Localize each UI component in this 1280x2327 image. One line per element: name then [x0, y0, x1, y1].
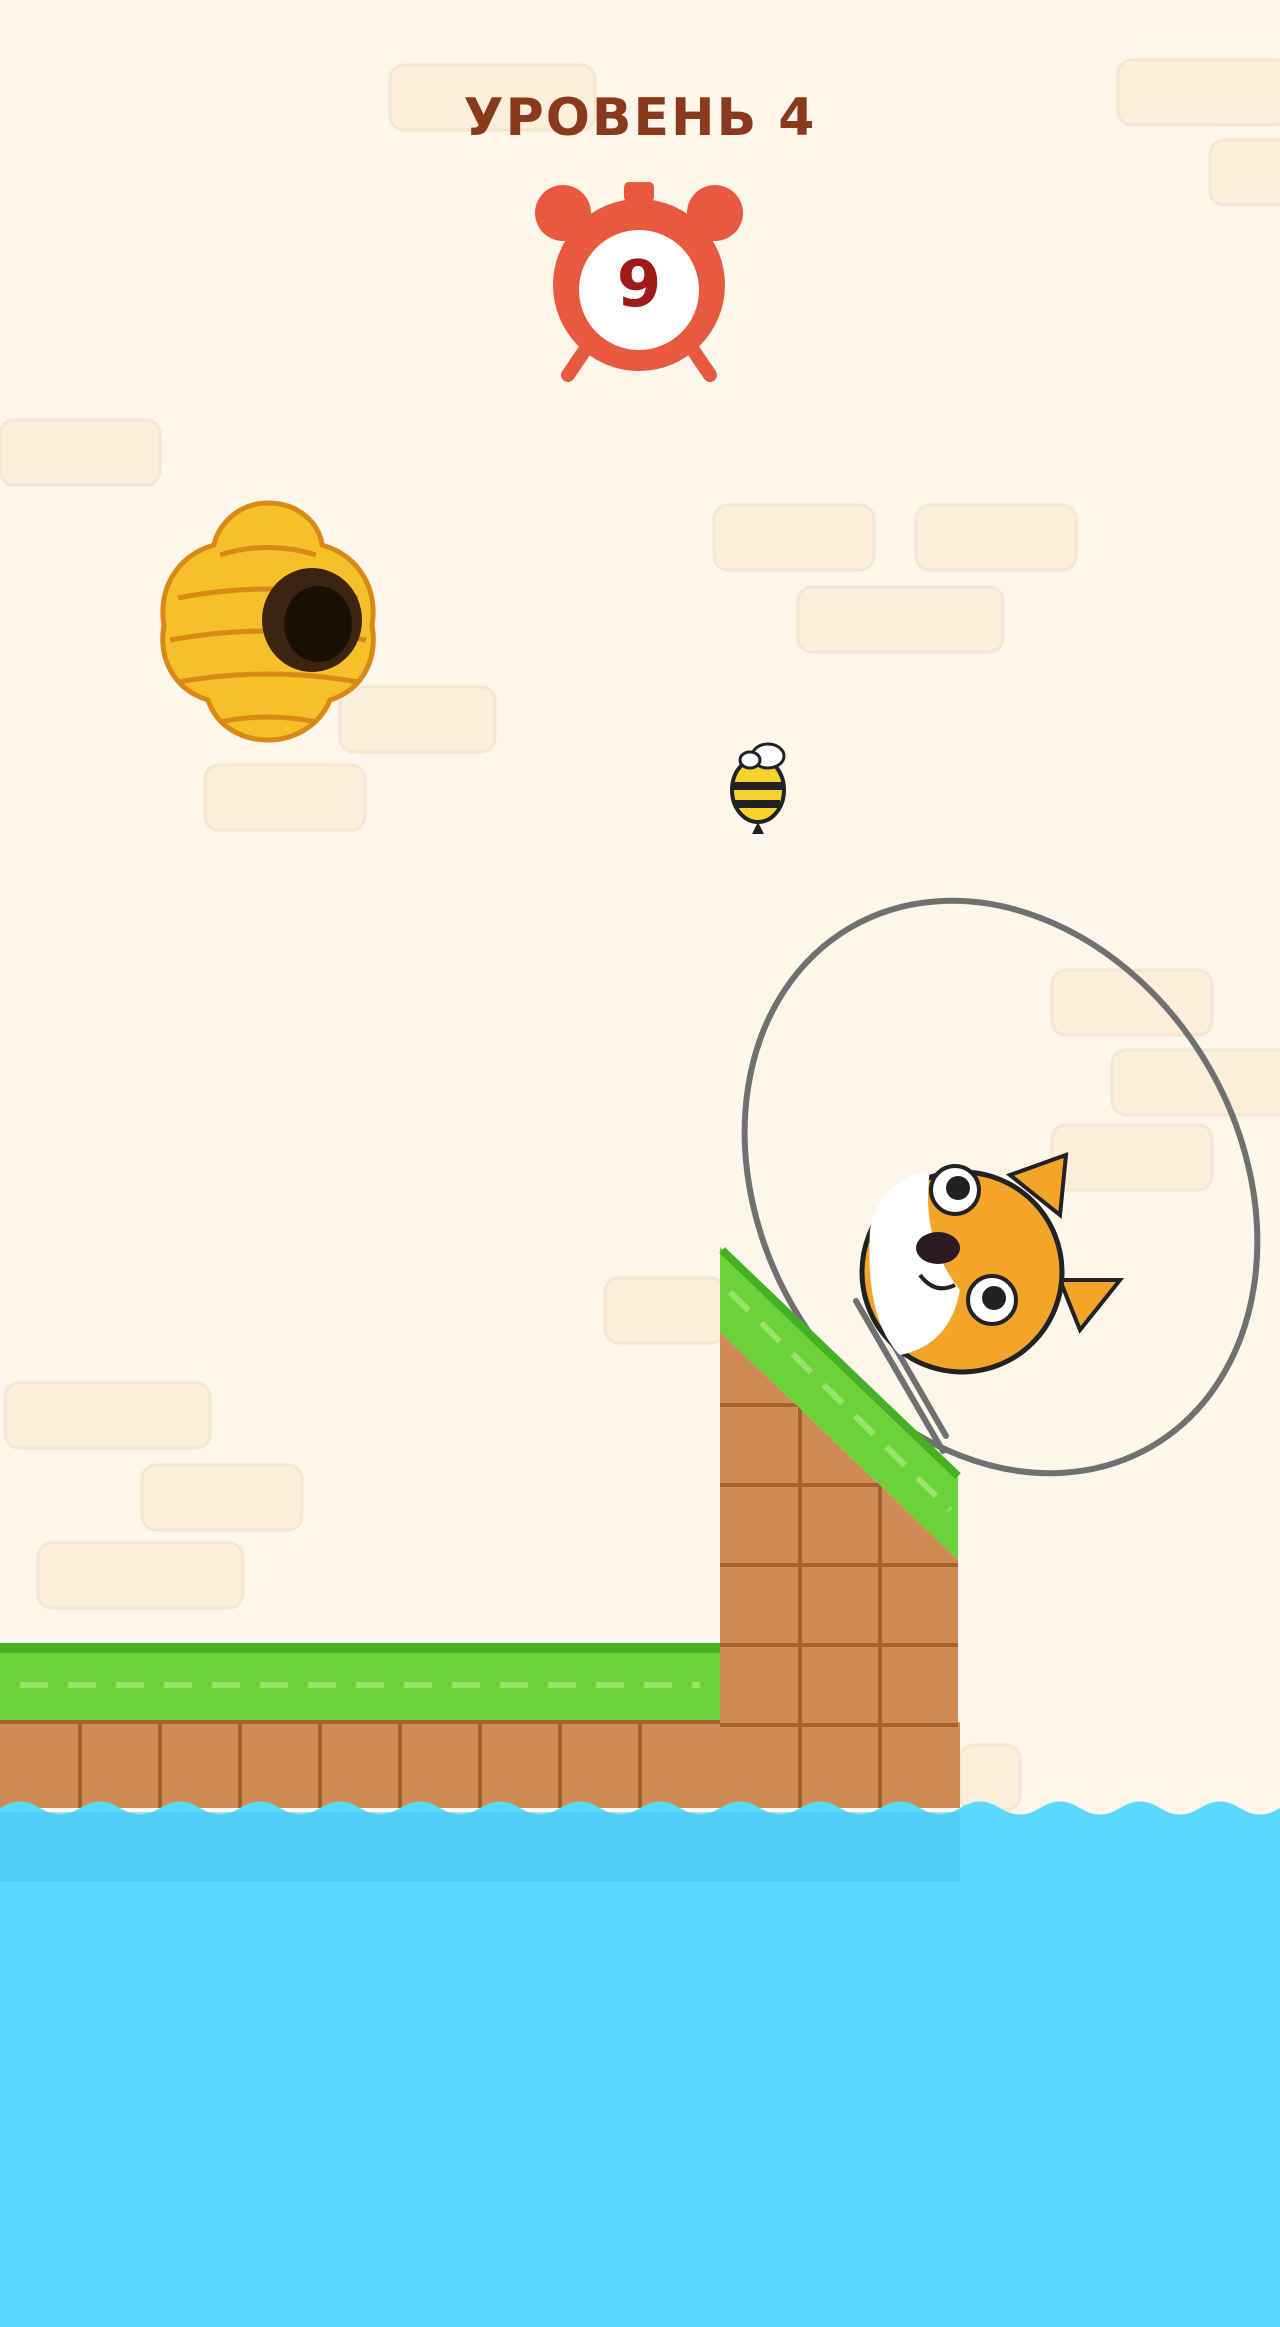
water	[0, 1801, 1280, 2327]
timer-value: 9	[616, 248, 662, 322]
bee	[730, 742, 786, 834]
level-title: УРОВЕНЬ 4	[463, 88, 817, 148]
timer: 9	[534, 178, 744, 388]
